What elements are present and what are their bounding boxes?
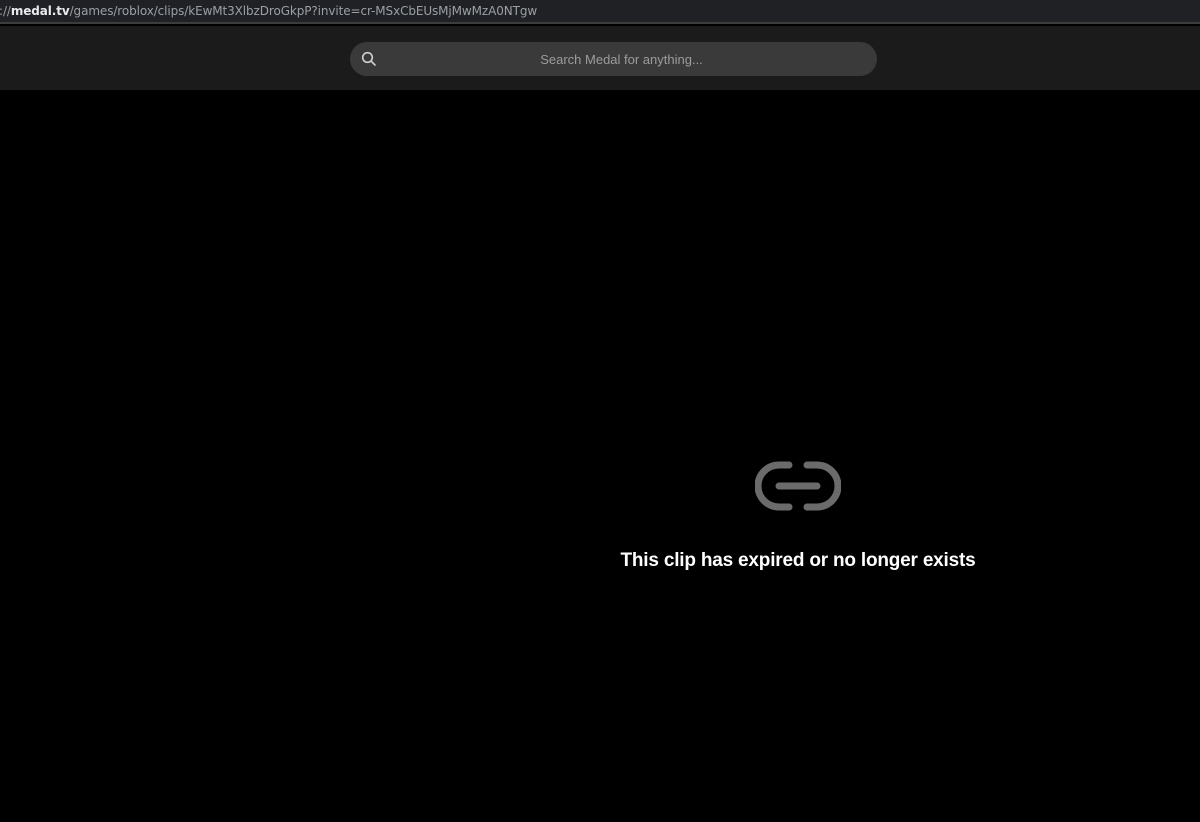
- url-text[interactable]: ://medal.tv/games/roblox/clips/kEwMt3Xlb…: [0, 4, 537, 18]
- expired-message: This clip has expired or no longer exist…: [620, 550, 976, 571]
- url-host: medal.tv: [10, 4, 70, 18]
- search-input[interactable]: Search Medal for anything...: [350, 42, 877, 76]
- site-header: Search Medal for anything...: [0, 26, 1200, 90]
- clip-content-area: This clip has expired or no longer exist…: [0, 90, 1200, 822]
- url-prefix: ://: [0, 4, 11, 18]
- search-bar[interactable]: Search Medal for anything...: [350, 42, 877, 76]
- browser-address-bar[interactable]: ://medal.tv/games/roblox/clips/kEwMt3Xlb…: [0, 0, 1200, 24]
- link-icon: [755, 461, 841, 511]
- expired-message-block: This clip has expired or no longer exist…: [598, 460, 998, 572]
- url-path: /games/roblox/clips/kEwMt3XlbzDroGkpP?in…: [69, 4, 538, 18]
